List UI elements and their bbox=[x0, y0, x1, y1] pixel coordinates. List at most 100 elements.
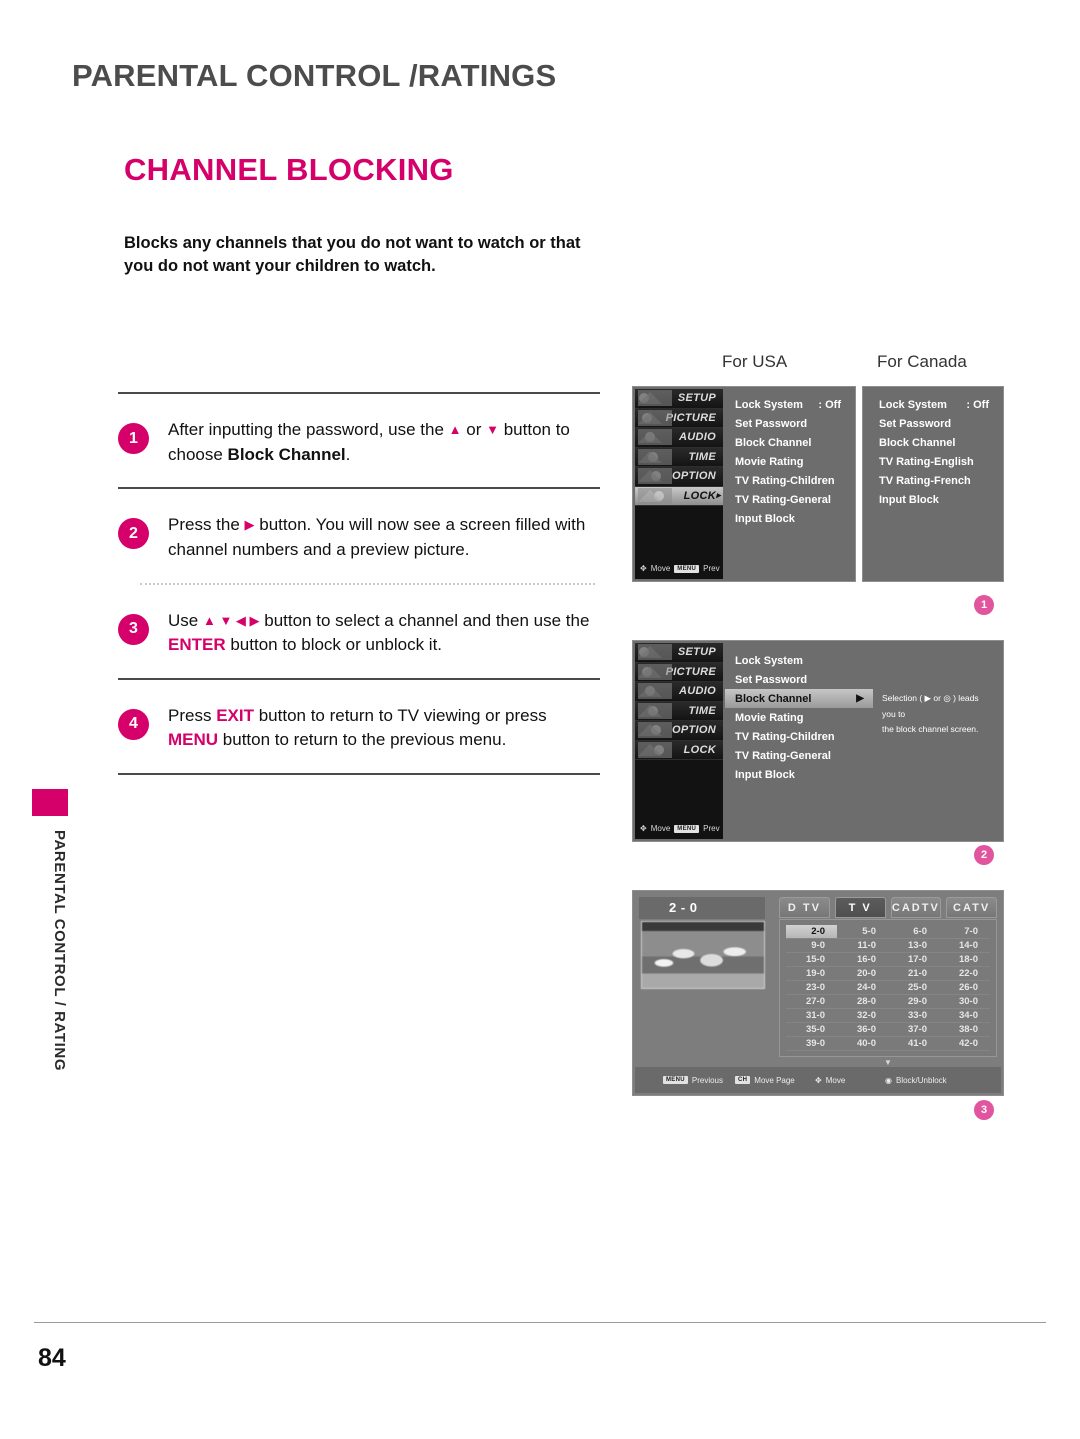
rail-item-lock[interactable]: LOCK bbox=[635, 486, 723, 506]
channel-cell[interactable]: 20-0 bbox=[837, 967, 888, 981]
menu-item[interactable]: TV Rating-English bbox=[869, 452, 999, 471]
channel-cell[interactable]: 41-0 bbox=[888, 1037, 939, 1051]
channel-cell[interactable]: 39-0 bbox=[786, 1037, 837, 1051]
figure-marker-2: 2 bbox=[974, 845, 994, 865]
menu-category-icon bbox=[638, 390, 672, 407]
channel-grid-row: 2-0 5-0 6-0 7-0 bbox=[786, 925, 990, 939]
step-4: 4 Press EXIT button to return to TV view… bbox=[118, 680, 600, 773]
step-text: Press the ▶ button. You will now see a s… bbox=[168, 511, 600, 562]
channel-cell[interactable]: 37-0 bbox=[888, 1023, 939, 1037]
channel-cell[interactable]: 2-0 bbox=[786, 925, 837, 939]
rail-item-picture[interactable]: PICTURE bbox=[635, 408, 723, 428]
menu-item[interactable]: Set Password bbox=[869, 414, 999, 433]
menu-item[interactable]: Input Block bbox=[869, 490, 999, 509]
channel-cell[interactable]: 11-0 bbox=[837, 939, 888, 953]
rail-item-time[interactable]: TIME bbox=[635, 447, 723, 467]
rail-item-audio[interactable]: AUDIO bbox=[635, 428, 723, 448]
channel-cell[interactable]: 7-0 bbox=[939, 925, 990, 939]
menu-item[interactable]: Movie Rating bbox=[725, 708, 873, 727]
channel-cell[interactable]: 13-0 bbox=[888, 939, 939, 953]
channel-cell[interactable]: 15-0 bbox=[786, 953, 837, 967]
channel-cell[interactable]: 28-0 bbox=[837, 995, 888, 1009]
menu-item[interactable]: Input Block bbox=[725, 509, 851, 528]
rail-item-audio[interactable]: AUDIO bbox=[635, 682, 723, 702]
control-icon: ✥ bbox=[815, 1075, 822, 1085]
channel-cell[interactable]: 9-0 bbox=[786, 939, 837, 953]
rail-item-label: PICTURE bbox=[665, 665, 716, 678]
step-number-badge: 1 bbox=[118, 423, 149, 454]
channel-cell[interactable]: 30-0 bbox=[939, 995, 990, 1009]
menu-item[interactable]: TV Rating-General bbox=[725, 490, 851, 509]
direction-arrow-icon: ▲ ▼ ◀ ▶ bbox=[202, 612, 260, 628]
menu-item[interactable]: Lock System: Off bbox=[725, 395, 851, 414]
channel-cell[interactable]: 16-0 bbox=[837, 953, 888, 967]
channel-cell[interactable]: 5-0 bbox=[837, 925, 888, 939]
menu-item-label: TV Rating-Children bbox=[735, 474, 835, 487]
channel-cell[interactable]: 34-0 bbox=[939, 1009, 990, 1023]
rail-item-lock[interactable]: LOCK bbox=[635, 740, 723, 760]
footer-hint: ◉ Block/Unblock bbox=[885, 1076, 947, 1085]
source-tab-cadtv[interactable]: CADTV bbox=[890, 897, 942, 918]
channel-cell[interactable]: 6-0 bbox=[888, 925, 939, 939]
menu-item[interactable]: TV Rating-Children bbox=[725, 471, 851, 490]
menu-item[interactable]: Block Channel bbox=[869, 433, 999, 452]
channel-cell[interactable]: 24-0 bbox=[837, 981, 888, 995]
channel-cell[interactable]: 26-0 bbox=[939, 981, 990, 995]
osd-menu-canada: Lock System: Off Set Password Block Channe… bbox=[862, 386, 1004, 582]
channel-grid[interactable]: 2-0 5-0 6-0 7-0 9-0 11-0 13-0 14-0 15-0 16-0 17-0 1… bbox=[779, 919, 997, 1057]
menu-item-label: Block Channel bbox=[735, 436, 812, 449]
menu-item[interactable]: TV Rating-French bbox=[869, 471, 999, 490]
channel-cell[interactable]: 36-0 bbox=[837, 1023, 888, 1037]
menu-item[interactable]: Set Password bbox=[725, 670, 873, 689]
menu-item[interactable]: Block Channel bbox=[725, 433, 851, 452]
menu-item-label: TV Rating-General bbox=[735, 749, 831, 762]
osd-channel-grid-screen: 2 - 0 D TV T V CADTV CATV 2-0 5-0 6-0 7-0 9-0 11… bbox=[632, 890, 1004, 1096]
rail-item-time[interactable]: TIME bbox=[635, 701, 723, 721]
channel-cell[interactable]: 29-0 bbox=[888, 995, 939, 1009]
menu-item[interactable]: Block Channel ▶ bbox=[725, 689, 873, 708]
menu-item[interactable]: Set Password bbox=[725, 414, 851, 433]
footer-hint-label: Move bbox=[825, 1075, 846, 1085]
channel-cell[interactable]: 35-0 bbox=[786, 1023, 837, 1037]
rail-item-picture[interactable]: PICTURE bbox=[635, 662, 723, 682]
prev-hint-label: Prev bbox=[703, 824, 720, 833]
menu-item[interactable]: TV Rating-General bbox=[725, 746, 873, 765]
channel-cell[interactable]: 42-0 bbox=[939, 1037, 990, 1051]
channel-cell[interactable]: 18-0 bbox=[939, 953, 990, 967]
channel-cell[interactable]: 38-0 bbox=[939, 1023, 990, 1037]
menu-category-icon bbox=[638, 468, 672, 485]
menu-item[interactable]: Movie Rating bbox=[725, 452, 851, 471]
channel-source-tabs[interactable]: D TV T V CADTV CATV bbox=[779, 897, 997, 918]
rail-item-setup[interactable]: SETUP bbox=[635, 643, 723, 663]
menu-item[interactable]: Input Block bbox=[725, 765, 873, 784]
channel-cell[interactable]: 23-0 bbox=[786, 981, 837, 995]
rail-item-option[interactable]: OPTION bbox=[635, 467, 723, 487]
rail-item-label: TIME bbox=[688, 450, 716, 463]
source-tab-catv[interactable]: CATV bbox=[946, 897, 997, 918]
channel-cell[interactable]: 31-0 bbox=[786, 1009, 837, 1023]
channel-cell[interactable]: 33-0 bbox=[888, 1009, 939, 1023]
channel-cell[interactable]: 40-0 bbox=[837, 1037, 888, 1051]
channel-cell[interactable]: 21-0 bbox=[888, 967, 939, 981]
channel-cell[interactable]: 17-0 bbox=[888, 953, 939, 967]
channel-cell[interactable]: 22-0 bbox=[939, 967, 990, 981]
rail-item-label: AUDIO bbox=[679, 431, 716, 444]
chevron-right-icon: ▶ bbox=[856, 693, 864, 704]
step-text: Press EXIT button to return to TV viewin… bbox=[168, 702, 600, 753]
text-run: Use bbox=[168, 610, 203, 630]
source-tab-dtv[interactable]: D TV bbox=[779, 897, 830, 918]
page-title: PARENTAL CONTROL /RATINGS bbox=[72, 58, 557, 93]
menu-item-label: TV Rating-English bbox=[879, 455, 974, 468]
rail-item-setup[interactable]: SETUP bbox=[635, 389, 723, 409]
channel-cell[interactable]: 14-0 bbox=[939, 939, 990, 953]
menu-item[interactable]: Lock System: Off bbox=[869, 395, 999, 414]
channel-cell[interactable]: 27-0 bbox=[786, 995, 837, 1009]
control-icon: ◉ bbox=[885, 1075, 892, 1085]
channel-cell[interactable]: 25-0 bbox=[888, 981, 939, 995]
menu-item[interactable]: Lock System bbox=[725, 651, 873, 670]
channel-cell[interactable]: 32-0 bbox=[837, 1009, 888, 1023]
menu-item[interactable]: TV Rating-Children bbox=[725, 727, 873, 746]
source-tab-tv[interactable]: T V bbox=[834, 897, 886, 918]
channel-cell[interactable]: 19-0 bbox=[786, 967, 837, 981]
rail-item-option[interactable]: OPTION bbox=[635, 721, 723, 741]
